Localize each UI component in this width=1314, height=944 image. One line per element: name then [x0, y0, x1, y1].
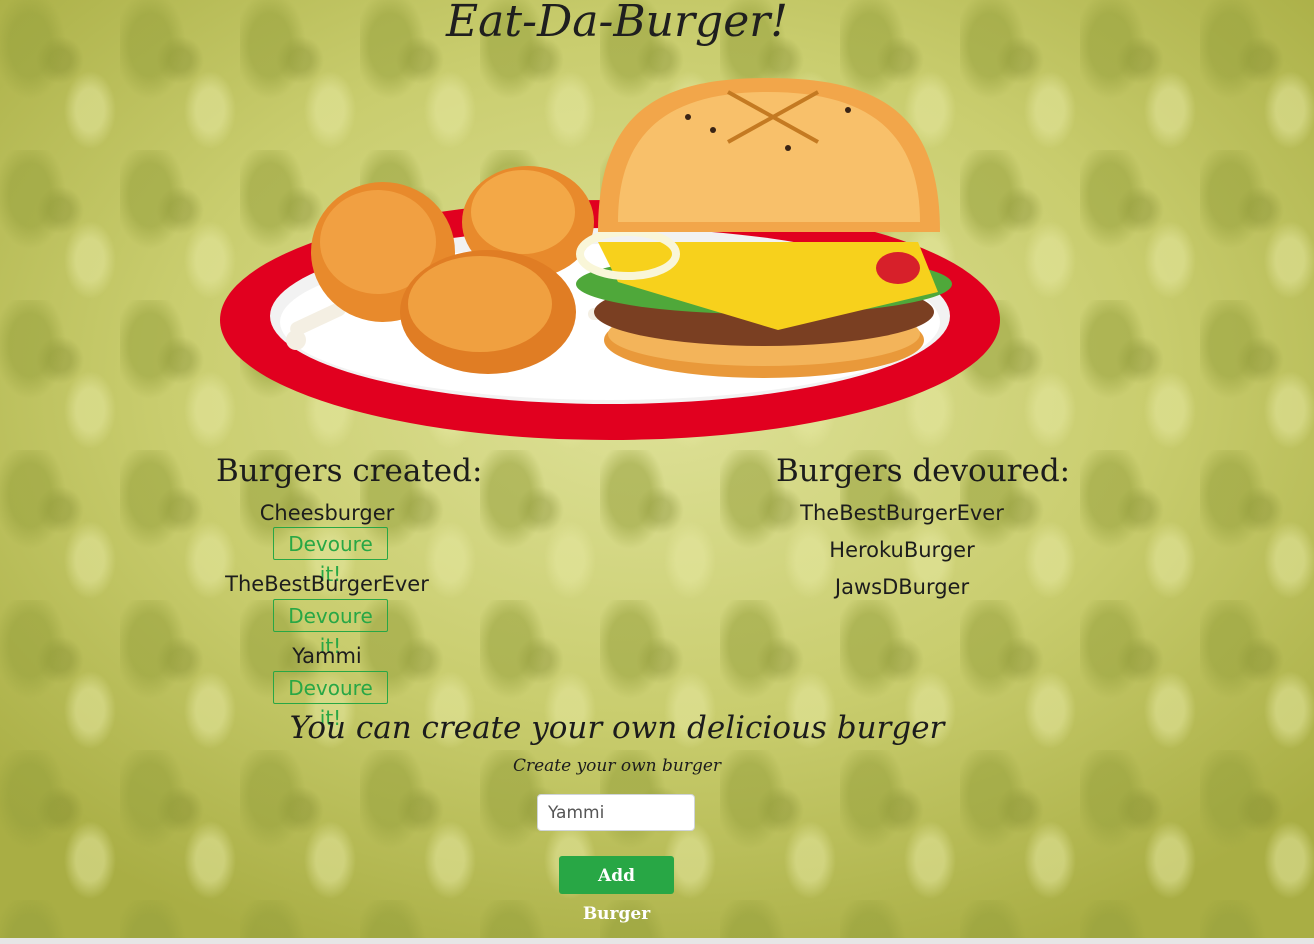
burger-plate-illustration — [220, 78, 1000, 440]
burger-name-input[interactable] — [537, 794, 695, 831]
add-burger-button[interactable]: Add Burger — [559, 856, 674, 924]
created-burger-name: Yammi — [292, 644, 362, 668]
create-label: Create your own burger — [512, 756, 722, 776]
devoured-burger-name: JawsDBurger — [834, 575, 970, 599]
create-heading: You can create your own delicious burger — [289, 710, 945, 746]
created-burger-name: Cheesburger — [259, 501, 395, 525]
devoured-heading: Burgers devoured: — [776, 453, 1071, 489]
page-title: Eat-Da-Burger! — [446, 0, 788, 47]
devour-button[interactable]: Devoure it! — [273, 671, 388, 730]
devour-button[interactable]: Devoure it! — [273, 527, 388, 586]
devoured-burger-name: TheBestBurgerEver — [800, 501, 1004, 525]
devoured-burger-name: HerokuBurger — [829, 538, 975, 562]
devour-button[interactable]: Devoure it! — [273, 599, 388, 658]
created-burger-name: TheBestBurgerEver — [225, 572, 429, 596]
bottom-scrollbar-strip — [0, 938, 1314, 944]
created-heading: Burgers created: — [216, 453, 483, 489]
page: Eat-Da-Burger! Burgers created: Cheesbur… — [0, 0, 1314, 938]
